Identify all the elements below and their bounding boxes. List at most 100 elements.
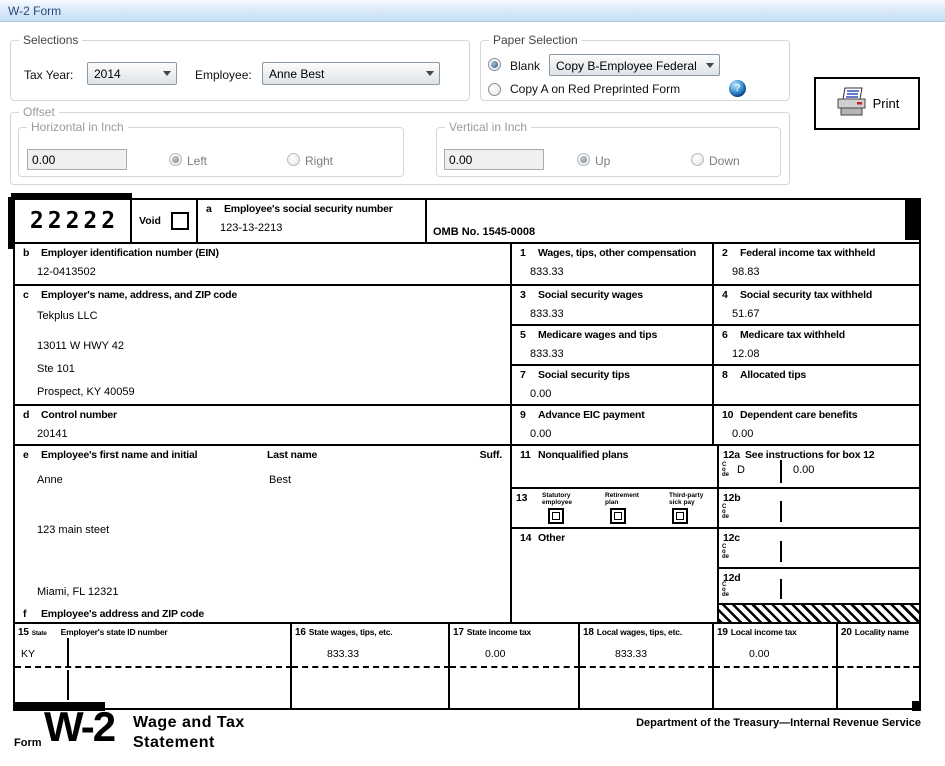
- chevron-down-icon: [163, 71, 171, 76]
- box-20-cell-row2: [838, 668, 919, 708]
- employee-address: 123 main steet: [37, 524, 110, 536]
- box-9-cell: 9 Advance EIC payment 0.00: [512, 406, 714, 446]
- offset-up-label[interactable]: Up: [595, 154, 610, 168]
- box-3-cell: 3 Social security wages 833.33: [512, 286, 714, 326]
- vertical-offset-legend: Vertical in Inch: [445, 120, 532, 134]
- retirement-plan-checkbox: [610, 508, 626, 524]
- blank-radio-label[interactable]: Blank: [510, 59, 540, 73]
- code-vertical-label: Code: [722, 582, 730, 598]
- offset-left-label[interactable]: Left: [187, 154, 207, 168]
- employee-select[interactable]: Anne Best: [262, 62, 440, 85]
- box-4-cell: 4 Social security tax withheld 51.67: [714, 286, 919, 326]
- box-9-value: 0.00: [530, 428, 552, 440]
- omb-number: OMB No. 1545-0008: [433, 226, 536, 238]
- last-name-value: Best: [269, 474, 292, 486]
- box-13-cell: 13 Statutory employee Retirement plan Th…: [512, 489, 719, 529]
- box-f-label: f Employee's address and ZIP code: [23, 608, 204, 620]
- offset-down-label[interactable]: Down: [709, 154, 740, 168]
- corner-mark-top-left-h: [11, 193, 132, 199]
- box-5-value: 833.33: [530, 348, 564, 360]
- void-cell: Void: [132, 200, 198, 244]
- box-7-value: 0.00: [530, 388, 552, 400]
- corner-mark-bottom-right: [912, 701, 921, 711]
- employee-label: Employee:: [195, 68, 252, 82]
- form-title-line2: Statement: [133, 734, 215, 751]
- box-12a-cell: 12a See instructions for box 12 Code D 0.…: [719, 446, 919, 489]
- box-15-cell: 15 State Employer's state ID number KY: [15, 624, 292, 668]
- last-name-label: Last name: [267, 449, 318, 461]
- suff-label: Suff.: [479, 449, 503, 461]
- offset-right-label[interactable]: Right: [305, 154, 333, 168]
- employer-addr2: Ste 101: [37, 363, 75, 375]
- box-12a-value: 0.00: [793, 464, 815, 476]
- window-title: W-2 Form: [8, 4, 62, 18]
- box-d-cell: d Control number 20141: [15, 406, 512, 446]
- title-bar: W-2 Form: [0, 0, 945, 22]
- ein-value: 12-0413502: [37, 266, 96, 278]
- box-4-value: 51.67: [732, 308, 760, 320]
- chevron-down-icon: [706, 63, 714, 68]
- box-19-value: 0.00: [749, 648, 770, 660]
- offset-right-radio[interactable]: [287, 153, 300, 166]
- box-1-cell: 1 Wages, tips, other compensation 833.33: [512, 244, 714, 286]
- state-subdivider: [67, 670, 69, 700]
- vertical-offset-input[interactable]: [444, 149, 544, 170]
- box-14-cell: 14 Other: [512, 529, 719, 624]
- corner-mark-bottom-left: [13, 702, 105, 711]
- box-b-cell: b Employer identification number (EIN) 12…: [15, 244, 512, 286]
- code-vertical-label: Code: [722, 462, 730, 478]
- blank-radio[interactable]: [488, 58, 501, 71]
- box-19-cell: 19 Local income tax 0.00: [714, 624, 838, 668]
- copy-a-radio-label[interactable]: Copy A on Red Preprinted Form: [510, 82, 680, 96]
- omb-cell: OMB No. 1545-0008: [427, 200, 919, 244]
- state-code-value: KY: [21, 648, 36, 660]
- box-11-cell: 11 Nonqualified plans: [512, 446, 719, 489]
- void-checkbox: [170, 212, 189, 230]
- box-e-cell: e Employee's first name and initial Last …: [15, 446, 512, 624]
- box-c-cell: c Employer's name, address, and ZIP code …: [15, 286, 512, 406]
- box-10-value: 0.00: [732, 428, 754, 440]
- w2-form-preview: 22222 Void a Employee's social security n…: [13, 198, 921, 710]
- offset-down-radio[interactable]: [691, 153, 704, 166]
- tax-year-value: 2014: [94, 67, 121, 81]
- horizontal-offset-input[interactable]: [27, 149, 127, 170]
- box-12d-divider: [780, 579, 782, 599]
- box-12c-cell: 12c Code: [719, 529, 919, 569]
- box-6-cell: 6 Medicare tax withheld 12.08: [714, 326, 919, 366]
- statutory-employee-checkbox: [548, 508, 564, 524]
- copy-type-select[interactable]: Copy B-Employee Federal: [549, 54, 720, 76]
- box-12b-cell: 12b Code: [719, 489, 919, 529]
- box-19-cell-row2: [714, 668, 838, 708]
- code-vertical-label: Code: [722, 504, 730, 520]
- box-12d-cell: 12d Code: [719, 569, 919, 605]
- retirement-plan-label: Retirement plan: [605, 492, 639, 506]
- print-button[interactable]: Print: [814, 77, 920, 130]
- offset-up-radio[interactable]: [577, 153, 590, 166]
- box-8-cell: 8 Allocated tips: [714, 366, 919, 406]
- control-code: 22222: [29, 208, 120, 234]
- ssn-value: 123-13-2213: [220, 222, 283, 234]
- employer-name: Tekplus LLC: [37, 310, 98, 322]
- offset-left-radio[interactable]: [169, 153, 182, 166]
- employer-city: Prospect, KY 40059: [37, 386, 135, 398]
- help-globe-icon[interactable]: ?: [729, 80, 746, 97]
- copy-a-radio[interactable]: [488, 83, 501, 96]
- box-18-cell: 18 Local wages, tips, etc. 833.33: [580, 624, 714, 668]
- box-12a-code: D: [737, 464, 745, 476]
- box-18-value: 833.33: [615, 648, 648, 660]
- statutory-employee-label: Statutory employee: [542, 492, 572, 506]
- horizontal-offset-legend: Horizontal in Inch: [27, 120, 128, 134]
- corner-mark-top-left-v: [8, 197, 14, 249]
- box-10-cell: 10 Dependent care benefits 0.00: [714, 406, 919, 446]
- box-a-cell: a Employee's social security number 123-1…: [198, 200, 427, 244]
- box-16-cell: 16 State wages, tips, etc. 833.33: [292, 624, 450, 668]
- box-17-cell-row2: [450, 668, 580, 708]
- employee-value: Anne Best: [269, 67, 325, 81]
- void-label: Void: [139, 215, 161, 227]
- box-2-value: 98.83: [732, 266, 760, 278]
- state-subdivider: [67, 638, 69, 666]
- tax-year-select[interactable]: 2014: [87, 62, 177, 85]
- box-1-value: 833.33: [530, 266, 564, 278]
- employer-addr1: 13011 W HWY 42: [37, 340, 125, 352]
- box-7-cell: 7 Social security tips 0.00: [512, 366, 714, 406]
